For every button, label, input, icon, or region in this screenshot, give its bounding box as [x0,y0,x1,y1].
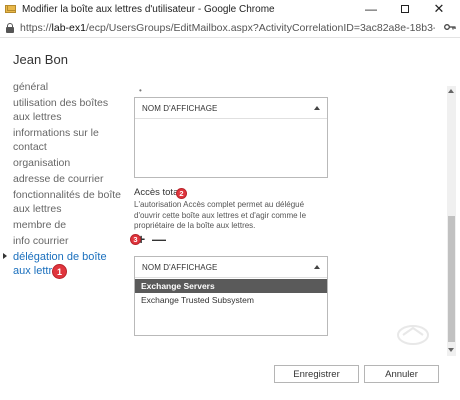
url-scheme: https:// [20,21,52,34]
cancel-button[interactable]: Annuler [364,365,439,383]
window-title: Modifier la boîte aux lettres d'utilisat… [22,3,275,15]
nav-item-mailbox-usage[interactable]: utilisation des boîtes aux lettres [13,96,123,124]
left-nav: général utilisation des boîtes aux lettr… [3,80,123,280]
list-item-exchange-servers[interactable]: Exchange Servers [135,279,327,293]
mail-icon [5,3,17,15]
watermark-logo [395,322,431,346]
list-item-exchange-trusted-subsystem[interactable]: Exchange Trusted Subsystem [135,293,327,307]
maximize-button[interactable] [389,0,421,18]
nav-item-general[interactable]: général [13,80,123,94]
lock-icon [6,22,14,33]
nav-item-member-of[interactable]: membre de [13,218,123,232]
list-header[interactable]: NOM D'AFFICHAGE [135,98,327,119]
save-button[interactable]: Enregistrer [274,365,359,383]
nav-item-mailbox-features[interactable]: fonctionnalités de boîte aux lettres [13,188,123,216]
callout-badge-3: 3 [130,234,141,245]
address-bar[interactable]: https://lab-ex1/ecp/UsersGroups/EditMail… [0,18,460,38]
nav-item-mailbox-delegation[interactable]: délégation de boîte aux lettres [3,250,123,278]
key-icon[interactable] [444,22,456,34]
nav-item-mail-tip[interactable]: info courrier [13,234,123,248]
send-as-list[interactable]: NOM D'AFFICHAGE [134,97,328,178]
list-header[interactable]: NOM D'AFFICHAGE [135,257,327,278]
page-title: Jean Bon [13,52,68,67]
full-access-title: Accès total [134,187,181,198]
nav-item-organization[interactable]: organisation [13,156,123,170]
selected-arrow-icon [3,253,7,259]
callout-badge-2: 2 [176,188,187,199]
bullet: • [139,86,142,95]
close-button[interactable]: ✕ [423,0,455,18]
nav-item-contact-info[interactable]: informations sur le contact [13,126,123,154]
remove-button[interactable]: — [152,232,166,246]
url-text[interactable]: https://lab-ex1/ecp/UsersGroups/EditMail… [20,22,435,34]
full-access-description: L'autorisation Accès complet permet au d… [134,200,307,230]
column-header-display-name: NOM D'AFFICHAGE [142,103,218,113]
scroll-up-icon[interactable] [448,89,454,93]
maximize-icon [401,5,409,13]
sort-asc-icon[interactable] [314,106,320,110]
nav-item-email-address[interactable]: adresse de courrier [13,172,123,186]
callout-badge-1: 1 [52,264,67,279]
scrollbar-thumb[interactable] [448,216,455,342]
sort-asc-icon[interactable] [314,265,320,269]
minimize-button[interactable]: — [355,0,387,18]
url-host: lab-ex1 [51,21,86,34]
url-path: /ecp/UsersGroups/EditMailbox.aspx?Activi… [85,21,435,34]
column-header-display-name: NOM D'AFFICHAGE [142,262,218,272]
scroll-down-icon[interactable] [448,348,454,352]
full-access-list[interactable]: NOM D'AFFICHAGE Exchange Servers Exchang… [134,256,328,336]
